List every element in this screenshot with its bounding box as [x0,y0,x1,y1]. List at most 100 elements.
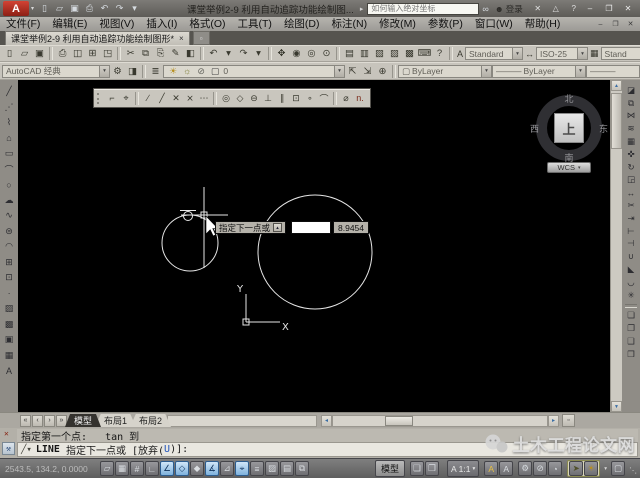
toolbar-grip[interactable] [97,93,102,104]
toggle-lineweight[interactable]: ≡ [250,461,264,476]
menu-format[interactable]: 格式(O) [183,17,231,31]
osnap-midpoint-icon[interactable]: ╱ [155,91,169,105]
dynamic-prompt-options-icon[interactable]: ▴ [273,223,282,232]
revision-cloud-icon[interactable]: ☁ [1,193,17,209]
polyline-icon[interactable]: ⌇ [1,115,17,131]
tool-palettes-icon[interactable]: ▧ [372,46,387,61]
osnap-intersection-icon[interactable]: ✕ [169,91,183,105]
layer-states-icon[interactable]: ⊕ [375,64,390,79]
toggle-object-snap-tracking[interactable]: ∡ [205,461,219,476]
osnap-none-icon[interactable]: ⌀ [339,91,353,105]
layer-on-icon[interactable]: ☀ [169,66,177,77]
toggle-transparency[interactable]: ▨ [265,461,279,476]
drawing-canvas[interactable]: Y X [18,80,610,412]
menu-help[interactable]: 帮助(H) [519,17,567,31]
undo-caret-icon[interactable]: ▾ [221,46,236,61]
circle-icon[interactable]: ○ [1,177,17,193]
annotation-autoscale-icon[interactable]: A [499,461,513,476]
break-at-point-icon[interactable]: ⊢ [623,225,639,238]
viewcube-west-label[interactable]: 西 [530,122,539,135]
hatch-icon[interactable]: ▨ [1,301,17,317]
menu-file[interactable]: 文件(F) [0,17,46,31]
draworder-below-icon[interactable]: ❒ [623,348,639,361]
autocad-logo-button[interactable]: A [3,1,29,16]
break-icon[interactable]: ⊣ [623,238,639,251]
command-close-icon[interactable]: ✕ [4,429,9,438]
dim-style-combo[interactable]: ISO-25 ▾ [536,47,588,60]
copy-clip-icon[interactable]: ⧉ [138,46,153,61]
layer-color-chip[interactable]: ▢ [211,66,220,77]
fillet-icon[interactable]: ◡ [623,276,639,289]
3ddwf-icon[interactable]: ◳ [100,46,115,61]
qat-open-icon[interactable]: ▱ [53,2,66,15]
gradient-icon[interactable]: ▩ [1,317,17,333]
osnap-parallel-icon[interactable]: ∥ [275,91,289,105]
doc-restore-button[interactable]: ❐ [610,19,621,30]
undo-icon[interactable]: ↶ [206,46,221,61]
markup-icon[interactable]: ▩ [402,46,417,61]
viewcube[interactable]: 北 南 西 东 上 [533,92,605,164]
plot-preview-icon[interactable]: ◫ [70,46,85,61]
layer-lock-icon[interactable]: ⊘ [197,66,205,77]
performance-icon[interactable]: ◔ [548,461,562,476]
zoom-window-icon[interactable]: ◎ [304,46,319,61]
toggle-object-snap[interactable]: ◇ [175,461,189,476]
arc-icon[interactable]: ⌒ [1,162,17,178]
menu-parametric[interactable]: 参数(P) [422,17,469,31]
viewcube-top-face[interactable]: 上 [554,113,584,143]
menu-view[interactable]: 视图(V) [93,17,140,31]
osnap-extension-icon[interactable]: ⋯ [197,91,211,105]
new-icon[interactable]: ▯ [2,46,17,61]
clean-screen-button[interactable]: ▢ [611,461,625,476]
osnap-center-icon[interactable]: ◎ [219,91,233,105]
draworder-back-icon[interactable]: ❐ [623,322,639,335]
menu-edit[interactable]: 编辑(E) [46,17,93,31]
toolbar-lock-icon[interactable]: ⊘ [533,461,547,476]
chamfer-icon[interactable]: ◣ [623,263,639,276]
chevron-down-icon[interactable]: ▾ [575,66,585,77]
plot-icon[interactable]: ⎙ [55,46,70,61]
scroll-down-icon[interactable]: ▼ [611,401,622,412]
toggle-3d-object-snap[interactable]: ◆ [190,461,204,476]
menu-modify[interactable]: 修改(M) [373,17,422,31]
spline-icon[interactable]: ∿ [1,208,17,224]
ellipse-arc-icon[interactable]: ◠ [1,239,17,255]
horizontal-scrollbar[interactable]: ◂ ▸ [321,415,559,427]
layer-freeze-icon[interactable]: ☼ [183,66,191,77]
block-editor-icon[interactable]: ◧ [183,46,198,61]
toggle-dynamic-ucs[interactable]: ⊿ [220,461,234,476]
menu-insert[interactable]: 插入(I) [140,17,183,31]
quickcalc-icon[interactable]: ⌨ [417,46,432,61]
close-button[interactable]: ✕ [621,3,635,15]
polygon-icon[interactable]: ⌂ [1,131,17,147]
zoom-realtime-icon[interactable]: ◉ [289,46,304,61]
viewcube-north-label[interactable]: 北 [533,92,605,105]
quick-view-drawings-icon[interactable]: ❐ [425,461,439,476]
layer-make-current-icon[interactable]: ⇱ [345,64,360,79]
model-space-button[interactable]: 模型 [375,460,405,477]
layer-combo[interactable]: ☀☼⊘▢ 0 ▾ [163,65,345,78]
tab-layout1[interactable]: 布局1 [95,414,136,427]
horizontal-scrollbar-track[interactable] [332,415,548,427]
osnap-temp-track-icon[interactable]: ⌖ [119,91,133,105]
trim-icon[interactable]: ✂ [623,199,639,212]
scrollbar-corner-button[interactable]: ▫ [562,414,575,427]
osnap-apparent-intersection-icon[interactable]: ⨯ [183,91,197,105]
isolate-cursor-icon[interactable]: ➤ [569,461,583,476]
designcenter-icon[interactable]: ▥ [357,46,372,61]
isolate-bulb-icon[interactable]: ☀ [584,461,598,476]
tab-model[interactable]: 模型 [65,414,101,427]
redo-caret-icon[interactable]: ▾ [251,46,266,61]
menu-draw[interactable]: 绘图(D) [278,17,326,31]
menu-dimension[interactable]: 标注(N) [326,17,374,31]
scroll-up-icon[interactable]: ▲ [611,80,622,91]
quick-view-layouts-icon[interactable]: ❏ [410,461,424,476]
rectangle-icon[interactable]: ▭ [1,146,17,162]
tab-close-icon[interactable]: × [179,34,184,43]
toggle-quick-properties[interactable]: ▤ [280,461,294,476]
help-icon[interactable]: ? [568,3,580,15]
wcs-button[interactable]: WCS ▾ [547,162,591,173]
vertical-scrollbar-thumb[interactable] [611,93,622,149]
toggle-polar-tracking[interactable]: ∠ [160,461,174,476]
document-tab[interactable]: 课堂举例2-9 利用自动追踪功能绘制图形* × [5,31,190,45]
